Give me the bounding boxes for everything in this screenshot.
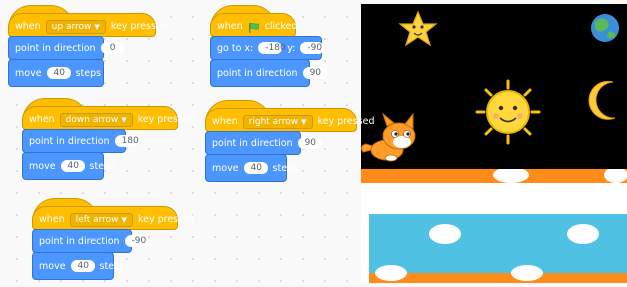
direction-input[interactable]: 180 [114,135,139,147]
backdrop-canvas [361,167,627,283]
when-key-pressed-block[interactable]: when down arrow ▼ key pressed [22,98,195,130]
sun-sprite[interactable] [475,79,541,145]
move-steps-block[interactable]: move 40 steps [8,59,104,87]
block-suffix: steps [99,260,126,272]
direction-input[interactable]: 0 [100,42,125,54]
cloud-shape [511,265,543,281]
key-dropdown-label: up arrow [51,21,92,32]
direction-input[interactable]: -90 [124,235,149,247]
up-arrow-script: when up arrow ▼ key pressed point in dire… [8,5,168,87]
when-flag-clicked-block[interactable]: when clicked [210,5,298,37]
stage[interactable] [361,4,627,169]
backdrop-orange-band [369,273,627,283]
when-key-pressed-block[interactable]: when left arrow ▼ key pressed [32,198,195,230]
point-in-direction-block[interactable]: point in direction 90 [205,131,322,155]
y-input[interactable]: -90 [300,42,325,54]
hat-prefix: when [29,114,55,125]
move-steps-block[interactable]: move 40 steps [32,252,125,280]
block-label: point in direction [39,235,120,247]
hat-suffix: key pressed [317,116,375,127]
stage-canvas [361,10,619,162]
star-sprite[interactable] [398,10,438,47]
point-in-direction-block[interactable]: point in direction 180 [22,129,139,153]
hat-prefix: when [15,21,41,32]
left-arrow-script: when left arrow ▼ key pressed point in di… [32,198,195,280]
when-key-pressed-block[interactable]: when up arrow ▼ key pressed [8,5,168,37]
when-key-pressed-block[interactable]: when right arrow ▼ key pressed [205,100,375,132]
steps-input[interactable]: 40 [46,67,71,79]
block-label: point in direction [217,67,298,79]
y-label: y: [287,42,296,54]
block-suffix: steps [89,160,116,172]
dropdown-arrow-icon: ▼ [94,22,100,31]
dropdown-arrow-icon: ▼ [121,115,127,124]
cloud-shape [375,265,407,281]
hat-suffix: key pressed [110,21,168,32]
key-dropdown[interactable]: down arrow ▼ [59,112,133,127]
point-in-direction-block[interactable]: point in direction 0 [8,36,125,60]
green-flag-icon [248,22,260,33]
key-dropdown-label: right arrow [248,116,299,127]
right-arrow-script: when right arrow ▼ key pressed point in d… [205,100,375,182]
hat-suffix: key pressed [137,214,195,225]
block-label: move [15,67,42,79]
backdrop-sky [369,214,627,283]
key-dropdown[interactable]: right arrow ▼ [242,114,313,129]
point-in-direction-block[interactable]: point in direction 90 [210,59,327,87]
point-in-direction-block[interactable]: point in direction -90 [32,229,149,253]
block-label: point in direction [29,135,110,147]
cloud-shape [567,224,599,244]
key-dropdown[interactable]: left arrow ▼ [69,212,133,227]
block-label: move [39,260,66,272]
stage-backdrop [361,167,627,283]
script-area[interactable]: when up arrow ▼ key pressed point in dire… [0,0,375,283]
cloud-shape [429,224,461,244]
block-label: point in direction [212,137,293,149]
dropdown-arrow-icon: ▼ [301,117,307,126]
move-steps-block[interactable]: move 40 steps [22,152,115,180]
moon-sprite[interactable] [588,80,616,120]
steps-input[interactable]: 40 [60,160,85,172]
block-suffix: steps [272,162,299,174]
block-label: point in direction [15,42,96,54]
hat-suffix: clicked [264,21,298,32]
hat-suffix: key pressed [137,114,195,125]
earth-sprite[interactable] [591,14,619,42]
key-dropdown[interactable]: up arrow ▼ [45,19,106,34]
move-steps-block[interactable]: move 40 steps [205,154,298,182]
steps-input[interactable]: 40 [70,260,95,272]
x-input[interactable]: -180 [258,42,286,54]
down-arrow-script: when down arrow ▼ key pressed point in di… [22,98,195,180]
block-label: go to x: [217,42,254,54]
steps-input[interactable]: 40 [243,162,268,174]
hat-prefix: when [217,21,243,32]
dropdown-arrow-icon: ▼ [121,215,127,224]
block-suffix: steps [75,67,102,79]
block-label: move [29,160,56,172]
direction-input[interactable]: 90 [302,67,327,79]
key-dropdown-label: left arrow [75,214,119,225]
go-to-xy-block[interactable]: go to x: -180 y: -90 [210,36,325,60]
hat-prefix: when [39,214,65,225]
green-flag-script: when clicked go to x: -180 y: -90 point … [210,5,327,87]
block-label: move [212,162,239,174]
direction-input[interactable]: 90 [297,137,322,149]
hat-prefix: when [212,116,238,127]
key-dropdown-label: down arrow [65,114,119,125]
